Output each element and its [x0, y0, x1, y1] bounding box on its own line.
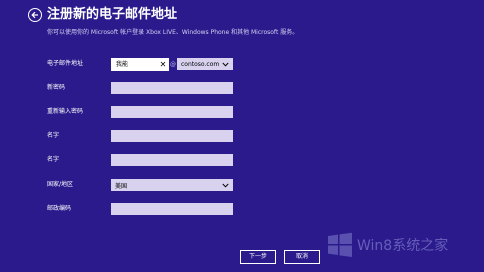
password-field[interactable] — [111, 82, 233, 94]
chevron-down-icon — [222, 182, 229, 189]
first-name-field[interactable] — [111, 130, 233, 142]
arrow-left-icon — [31, 11, 38, 19]
domain-value: contoso.com — [181, 60, 220, 68]
zip-field[interactable] — [111, 203, 233, 215]
password-label: 新密码 — [47, 84, 66, 91]
watermark: Win8系统之家 — [327, 232, 448, 258]
first-name-label: 名字 — [47, 132, 60, 139]
reenter-password-label: 重新输入密码 — [47, 108, 84, 115]
email-label: 电子邮件地址 — [47, 60, 84, 67]
watermark-text: Win8系统之家 — [357, 238, 449, 254]
page-title: 注册新的电子邮件地址 — [47, 7, 178, 22]
zip-label: 邮政编码 — [47, 205, 72, 212]
country-value: 美国 — [115, 182, 128, 190]
email-value: 我能 — [116, 61, 129, 68]
next-button[interactable]: 下一步 — [240, 250, 276, 264]
last-name-field[interactable] — [111, 154, 233, 166]
windows-logo-icon — [328, 232, 352, 257]
clear-icon[interactable]: ✕ — [158, 59, 168, 70]
country-label: 国家/地区 — [47, 181, 74, 188]
country-select[interactable]: 美国 — [111, 179, 233, 191]
reenter-password-field[interactable] — [111, 106, 233, 118]
email-field[interactable]: 我能 ✕ — [111, 58, 169, 71]
at-sign: @ — [170, 61, 176, 68]
domain-select[interactable]: contoso.com — [177, 58, 233, 70]
last-name-label: 名字 — [47, 156, 60, 163]
cancel-button[interactable]: 取消 — [284, 250, 320, 264]
page-subtitle: 你可以使用你的 Microsoft 帐户登录 Xbox LIVE、Windows… — [47, 29, 299, 36]
back-button[interactable] — [28, 8, 42, 22]
chevron-down-icon — [222, 61, 229, 68]
